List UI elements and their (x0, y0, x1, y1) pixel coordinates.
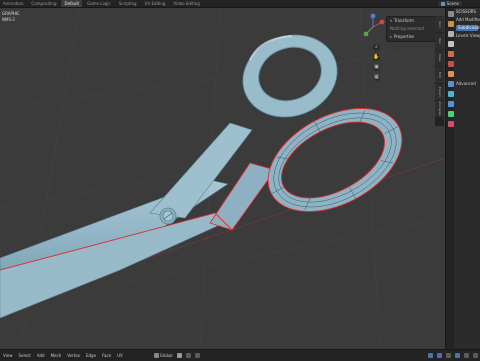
sidebar-n-panel: ▾ Transform Nothing selected ▸ Properties (386, 16, 436, 42)
shading-material-icon[interactable] (462, 353, 471, 358)
tab-video-editing[interactable]: Video Editing (170, 0, 202, 7)
advanced-panel-header[interactable]: Advanced (454, 80, 480, 88)
add-modifier-button[interactable]: Add Modifier (454, 16, 480, 24)
physics-icon[interactable] (447, 101, 454, 107)
transform-orientation-dropdown[interactable]: Global (152, 353, 175, 358)
render-icon[interactable] (447, 21, 454, 27)
camera-icon[interactable]: ▣ (373, 64, 380, 71)
subdivision-modifier[interactable]: Subdivision (456, 25, 480, 31)
tool-icon[interactable] (447, 11, 454, 17)
scissor-shank-lower (209, 162, 276, 231)
modifier-wrench-icon[interactable] (447, 81, 454, 87)
world-icon[interactable] (447, 61, 454, 67)
scene-icon (440, 1, 445, 6)
shading-wireframe-icon[interactable] (444, 353, 453, 358)
overlays-icon[interactable] (426, 353, 435, 358)
menu-vertex[interactable]: Vertex (64, 353, 83, 358)
sidebar-tab-item[interactable]: Item (435, 16, 444, 32)
menu-uv[interactable]: UV (114, 353, 126, 358)
menu-view[interactable]: View (0, 353, 16, 358)
viewport-header-bar: View Select Add Mesh Vertex Edge Face UV… (0, 349, 480, 361)
chevron-right-icon: ▸ (390, 34, 393, 39)
snap-icon[interactable] (184, 353, 193, 358)
xray-icon[interactable] (435, 353, 444, 358)
menu-mesh[interactable]: Mesh (48, 353, 65, 358)
3d-viewport[interactable]: GRAPHIC NMS-2 ⌕ ✋ ▣ ▦ ▾ Transform Nothing… (0, 8, 445, 349)
sidebar-tab-tool[interactable]: Tool (435, 33, 444, 49)
properties-panel-header[interactable]: ▸ Properties (387, 33, 435, 41)
pivot-point-icon[interactable] (175, 353, 184, 358)
sidebar-tabs: Item Tool View Edit Export Animation (435, 16, 444, 126)
navigation-gizmo[interactable] (358, 12, 388, 46)
output-icon[interactable] (447, 31, 454, 37)
scene-icon[interactable] (447, 51, 454, 57)
workspace-tabs-bar: Animation Compositing Default Game Logic… (0, 0, 480, 8)
pivot-screw (159, 207, 177, 225)
x-axis-icon (379, 19, 385, 25)
object-icon[interactable] (447, 71, 454, 77)
menu-add[interactable]: Add (34, 353, 48, 358)
transform-panel-header[interactable]: ▾ Transform (387, 17, 435, 25)
scene-name: Scene (446, 1, 459, 6)
menu-edge[interactable]: Edge (83, 353, 99, 358)
y-axis-icon (363, 31, 369, 37)
tab-game-logic[interactable]: Game Logic (84, 0, 114, 7)
nothing-selected-label: Nothing selected (390, 26, 424, 31)
zoom-icon[interactable]: ⌕ (373, 44, 380, 51)
grid-view-icon[interactable]: ▦ (373, 74, 380, 81)
sidebar-tab-export[interactable]: Export (435, 84, 444, 100)
viewport-info-line-1: GRAPHIC (2, 11, 20, 16)
z-axis-icon (370, 13, 376, 19)
menu-select[interactable]: Select (16, 353, 34, 358)
tab-animation[interactable]: Animation (0, 0, 26, 7)
sidebar-tab-view[interactable]: View (435, 50, 444, 66)
sidebar-tab-animation[interactable]: Animation (435, 101, 444, 117)
sidebar-tab-edit[interactable]: Edit (435, 67, 444, 83)
pan-hand-icon[interactable]: ✋ (373, 54, 380, 61)
shading-solid-icon[interactable] (453, 353, 462, 358)
levels-viewport-field[interactable]: Levels Viewport (454, 32, 480, 40)
menu-face[interactable]: Face (99, 353, 114, 358)
chevron-down-icon: ▾ (390, 18, 393, 23)
tab-default[interactable]: Default (61, 0, 83, 7)
viewport-info-line-2: NMS-2 (2, 17, 15, 22)
particles-icon[interactable] (447, 91, 454, 97)
orientation-icon (153, 353, 159, 358)
object-name-header[interactable]: SCISSORS (454, 8, 480, 16)
proportional-edit-icon[interactable] (193, 353, 202, 358)
tab-uv-editing[interactable]: UV Editing (142, 0, 169, 7)
tab-scripting[interactable]: Scripting (116, 0, 140, 7)
scene-selector[interactable]: Scene (437, 1, 462, 6)
shading-rendered-icon[interactable] (471, 353, 480, 358)
properties-editor: SCISSORS Add Modifier Subdivision Levels… (454, 8, 480, 349)
view-layer-icon[interactable] (447, 41, 454, 47)
tab-compositing[interactable]: Compositing (28, 0, 59, 7)
material-icon[interactable] (447, 121, 454, 127)
object-data-icon[interactable] (447, 111, 454, 117)
